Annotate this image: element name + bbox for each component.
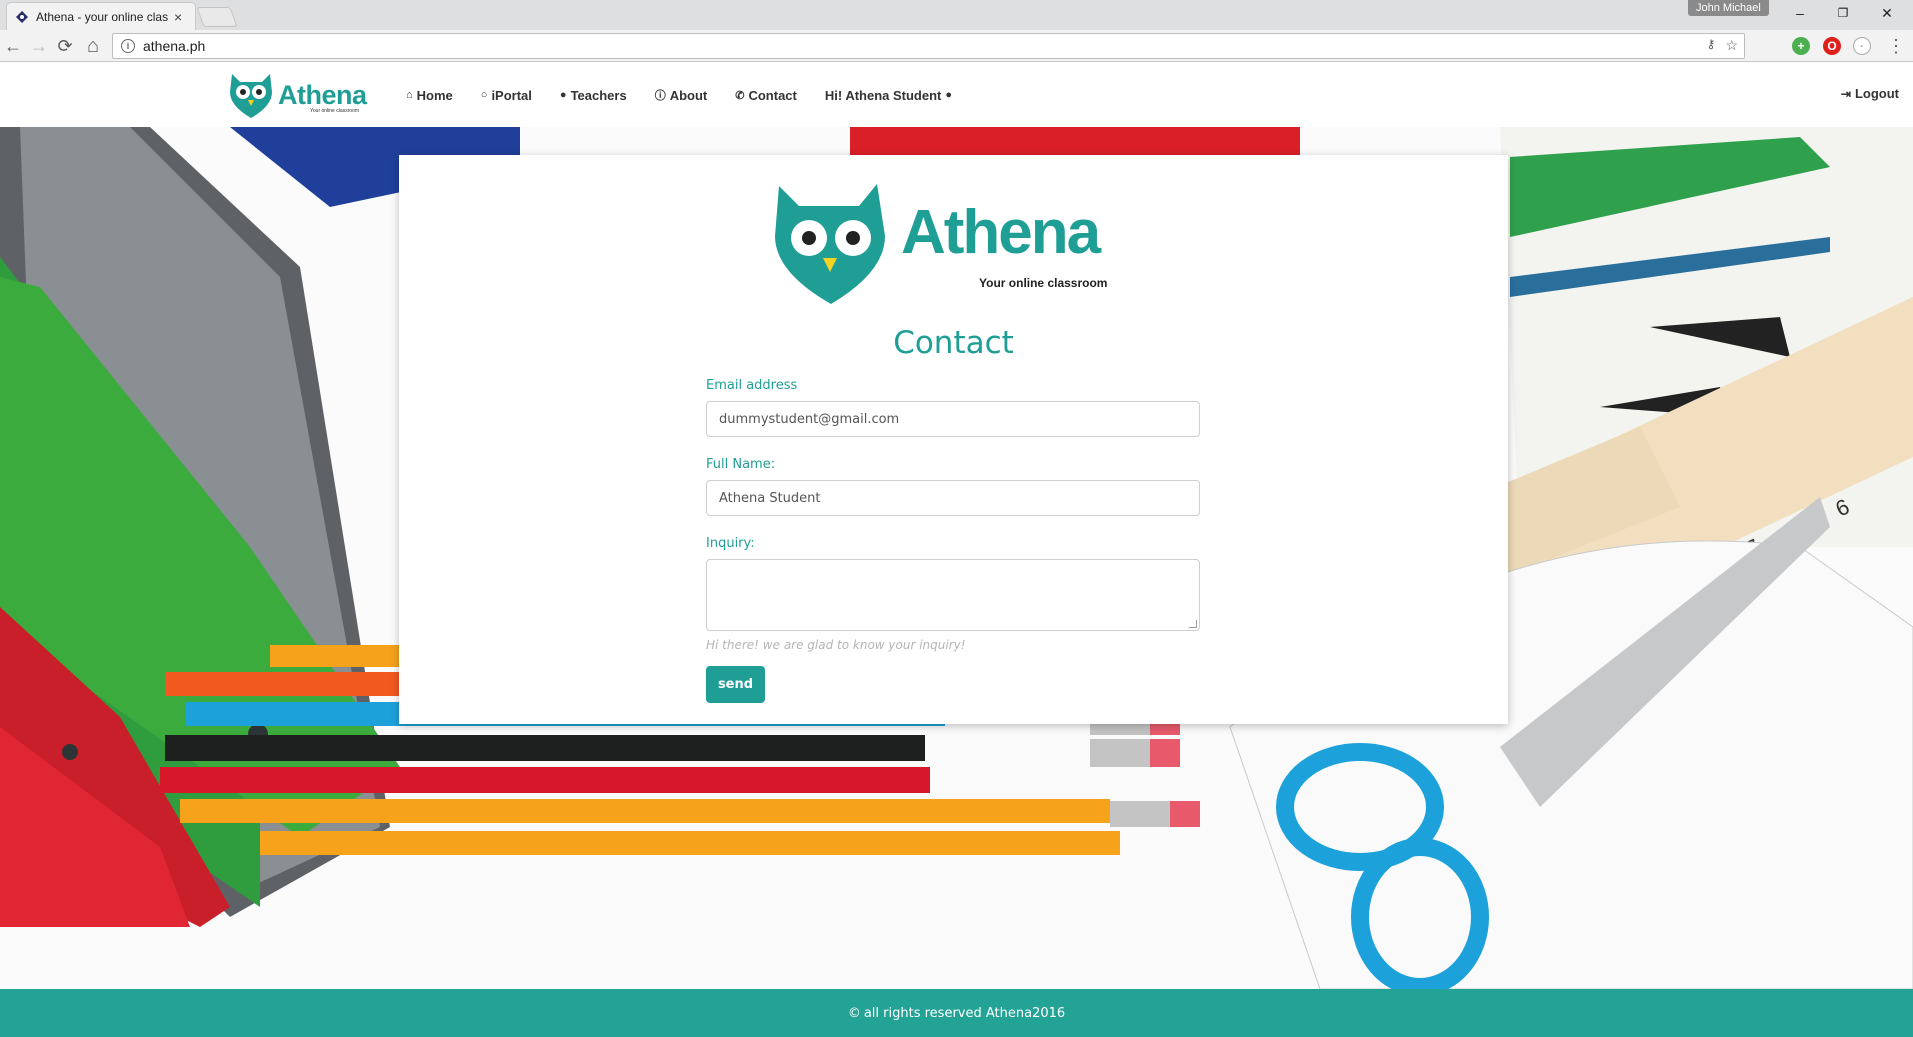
nav-about-label: About <box>669 87 708 103</box>
sign-out-icon: ⇥ <box>1840 86 1851 101</box>
new-tab-button[interactable] <box>196 7 238 27</box>
nav-greeting-label: Hi! Athena Student <box>824 87 942 103</box>
contact-card: Athena Your online classroom Contact Ema… <box>399 155 1508 724</box>
browser-toolbar: ← → ⟳ ⌂ i athena.ph ⚷ ☆ + O · ⋮ <box>0 30 1913 62</box>
nav-contact-label: Contact <box>748 87 797 103</box>
nav-teachers-label: Teachers <box>570 87 627 103</box>
contact-form: Email address dummystudent@gmail.com Ful… <box>706 377 1200 703</box>
tab-title: Athena - your online class <box>36 9 168 24</box>
user-icon: ● <box>945 89 953 101</box>
email-field[interactable]: dummystudent@gmail.com <box>706 401 1200 437</box>
browser-menu-icon[interactable]: ⋮ <box>1885 35 1907 57</box>
send-button[interactable]: send <box>706 666 765 703</box>
browser-tab-strip: Athena - your online class × John Michae… <box>0 0 1913 30</box>
inquiry-helper-text: Hi there! we are glad to know your inqui… <box>706 638 966 652</box>
brand-logo[interactable]: Athena Your online classroom <box>228 70 367 120</box>
home-icon: ⌂ <box>406 89 413 101</box>
brand-tagline: Your online classroom <box>310 108 360 114</box>
inquiry-label: Inquiry: <box>706 536 755 551</box>
inquiry-textarea[interactable] <box>706 559 1200 631</box>
comment-icon: ○ <box>480 89 488 101</box>
full-name-field[interactable]: Athena Student <box>706 480 1200 516</box>
email-label: Email address <box>706 378 798 393</box>
key-icon[interactable]: ⚷ <box>1707 37 1716 54</box>
copyright-icon: © <box>847 1005 861 1021</box>
nav-about[interactable]: ⓘ About <box>655 87 708 103</box>
restore-icon[interactable]: ❐ <box>1820 0 1866 26</box>
tab-close-icon[interactable]: × <box>174 9 182 25</box>
address-bar[interactable]: i athena.ph ⚷ ☆ <box>112 33 1745 59</box>
extension-circle-icon[interactable]: · <box>1853 37 1871 55</box>
extension-plus-icon[interactable]: + <box>1792 37 1810 55</box>
info-circle-icon: ⓘ <box>654 90 666 102</box>
full-name-label: Full Name: <box>706 457 776 472</box>
card-logo: Athena Your online classroom <box>771 180 1111 310</box>
resize-handle-icon[interactable] <box>1189 620 1197 628</box>
bookmark-star-icon[interactable]: ☆ <box>1725 37 1738 54</box>
site-favicon-icon <box>15 10 29 24</box>
page-title: Contact <box>893 325 1014 361</box>
nav-contact[interactable]: ✆ Contact <box>735 88 797 103</box>
site-navbar: Athena Your online classroom ⌂ Home ○ iP… <box>0 63 1913 127</box>
owl-logo-icon <box>230 74 272 118</box>
profile-name[interactable]: John Michael <box>1688 0 1769 16</box>
reload-icon[interactable]: ⟳ <box>54 35 76 57</box>
back-icon[interactable]: ← <box>2 35 24 57</box>
forward-icon[interactable]: → <box>28 35 50 57</box>
nav-teachers[interactable]: ● Teachers <box>560 88 627 103</box>
extension-opera-icon[interactable]: O <box>1823 37 1841 55</box>
footer: © all rights reserved Athena2016 <box>0 989 1913 1037</box>
home-icon[interactable]: ⌂ <box>82 35 104 57</box>
window-close-icon[interactable]: ✕ <box>1864 0 1910 26</box>
minimize-icon[interactable]: – <box>1777 0 1823 26</box>
user-icon: ● <box>559 89 567 101</box>
logout-label: Logout <box>1854 86 1899 101</box>
site-info-icon[interactable]: i <box>121 39 135 53</box>
card-logo-word: Athena <box>901 198 1101 267</box>
main-menu: ⌂ Home ○ iPortal ● Teachers ⓘ About ✆ Co… <box>406 63 980 127</box>
nav-iportal[interactable]: ○ iPortal <box>481 88 532 103</box>
nav-iportal-label: iPortal <box>491 87 532 103</box>
nav-home-label: Home <box>416 87 453 103</box>
nav-home[interactable]: ⌂ Home <box>406 88 453 103</box>
browser-tab[interactable]: Athena - your online class × <box>6 2 196 30</box>
card-logo-tagline: Your online classroom <box>979 276 1108 290</box>
footer-text: all rights reserved Athena2016 <box>863 1005 1066 1021</box>
brand-name: Athena <box>278 79 367 110</box>
nav-user-greeting[interactable]: Hi! Athena Student ● <box>825 88 952 103</box>
phone-icon: ✆ <box>735 89 745 102</box>
background-image: 9 8 7 6 <box>0 127 1913 989</box>
url-text[interactable]: athena.ph <box>143 38 205 54</box>
owl-logo-icon <box>775 184 885 304</box>
logout-link[interactable]: ⇥ Logout <box>1841 86 1899 101</box>
